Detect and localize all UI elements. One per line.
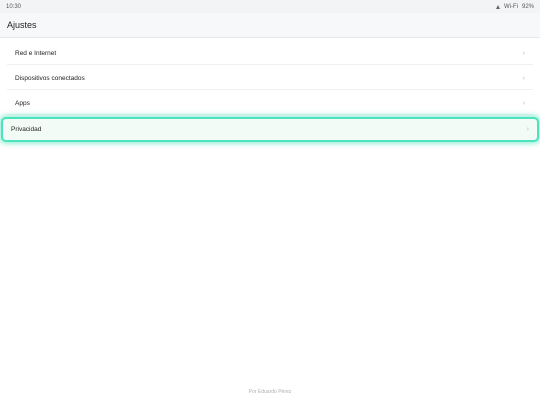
chevron-right-icon: › — [522, 75, 525, 82]
status-time: 10:30 — [6, 3, 22, 10]
settings-item-label: Privacidad — [11, 126, 42, 133]
chevron-right-icon: › — [522, 100, 525, 107]
signal-icon — [495, 4, 500, 9]
chevron-right-icon: › — [526, 126, 529, 133]
settings-item-red-internet[interactable]: Red e Internet › — [7, 43, 533, 65]
settings-item-label: Red e Internet — [15, 50, 57, 57]
settings-item-label: Apps — [15, 100, 30, 107]
settings-item-dispositivos[interactable]: Dispositivos conectados › — [7, 68, 533, 90]
settings-item-label: Dispositivos conectados — [15, 75, 85, 82]
status-indicators: Wi-Fi 92% — [495, 3, 534, 10]
chevron-right-icon: › — [522, 50, 525, 57]
footer-credit: Por Eduardo Pérez — [248, 389, 292, 395]
status-bar: 10:30 Wi-Fi 92% — [0, 0, 540, 13]
wifi-label: Wi-Fi — [503, 3, 518, 10]
settings-item-privacidad[interactable]: Privacidad › — [1, 117, 539, 142]
battery-level: 92% — [521, 3, 534, 10]
app-header: Ajustes — [0, 13, 540, 38]
page-title: Ajustes — [7, 20, 37, 30]
settings-item-apps[interactable]: Apps › — [7, 93, 533, 115]
